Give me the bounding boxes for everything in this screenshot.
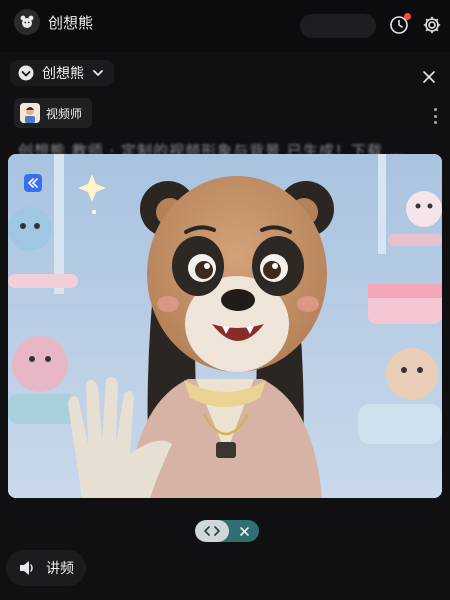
close-button[interactable] xyxy=(420,68,438,86)
session-dropdown[interactable]: 创想熊 xyxy=(10,60,114,86)
search-field[interactable] xyxy=(300,14,376,38)
speaker-icon xyxy=(20,561,33,575)
role-chip[interactable]: 视频师 xyxy=(14,98,93,128)
role-label: 视频师 xyxy=(46,106,83,121)
gear-icon xyxy=(423,16,441,34)
close-view-button[interactable] xyxy=(229,526,259,536)
notification-dot xyxy=(404,13,411,20)
history-button[interactable] xyxy=(388,13,411,36)
code-view-button[interactable] xyxy=(195,520,229,542)
chevron-down-icon xyxy=(93,70,103,77)
brand[interactable]: 创想熊 xyxy=(14,9,93,35)
top-bar: 创想熊 xyxy=(0,0,450,52)
session-label: 创想熊 xyxy=(42,66,84,82)
view-toggle[interactable] xyxy=(195,520,259,542)
close-icon xyxy=(239,526,249,536)
logo-badge-icon xyxy=(24,174,42,192)
bear-character-image xyxy=(8,154,442,498)
code-icon xyxy=(204,526,220,536)
app-title: 创想熊 xyxy=(48,13,94,32)
more-vertical-icon[interactable] xyxy=(432,108,438,124)
speak-label: 讲频 xyxy=(46,561,74,577)
avatar xyxy=(20,103,40,123)
close-icon xyxy=(423,71,435,83)
bear-logo-icon xyxy=(14,9,40,35)
bear-badge-icon xyxy=(18,65,34,81)
settings-button[interactable] xyxy=(421,14,443,36)
generated-video-frame[interactable] xyxy=(8,154,442,498)
speak-button[interactable]: 讲频 xyxy=(6,550,86,586)
